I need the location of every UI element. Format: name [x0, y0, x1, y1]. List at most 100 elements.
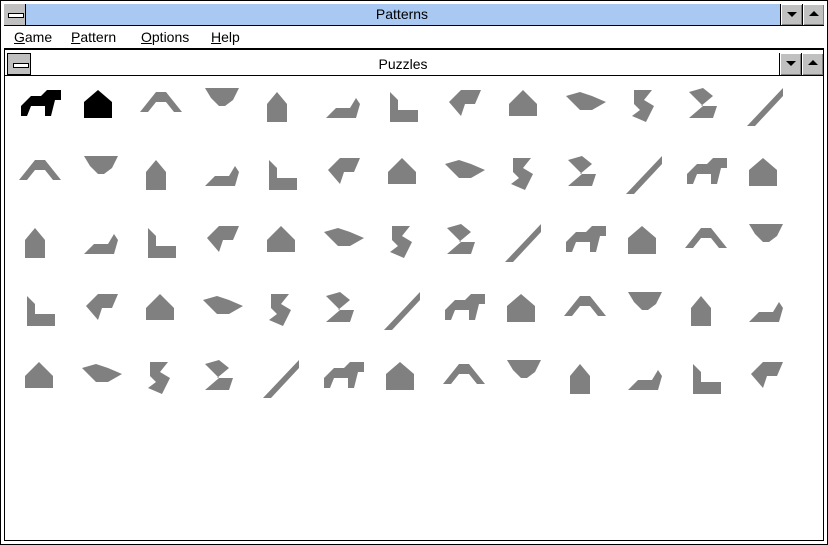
puzzle-thumbnail[interactable] — [78, 82, 126, 130]
tangram-shape-icon — [83, 234, 118, 254]
puzzle-thumbnail[interactable] — [380, 286, 428, 334]
system-menu-icon — [13, 63, 29, 68]
puzzle-thumbnail[interactable] — [138, 150, 186, 198]
tangram-shape-icon — [749, 302, 783, 322]
puzzle-thumbnail[interactable] — [380, 150, 428, 198]
tangram-shape-icon — [390, 92, 418, 122]
tangram-shape-icon — [148, 228, 176, 258]
window-title: Patterns — [375, 6, 429, 22]
puzzle-thumbnail[interactable] — [501, 82, 549, 130]
system-menu-button[interactable] — [4, 4, 26, 25]
puzzle-thumbnail[interactable] — [562, 354, 610, 402]
puzzles-minimize-button[interactable] — [779, 53, 801, 75]
puzzle-thumbnail[interactable] — [259, 218, 307, 266]
puzzle-thumbnail[interactable] — [320, 218, 368, 266]
puzzle-thumbnail[interactable] — [17, 218, 65, 266]
puzzle-thumbnail[interactable] — [380, 82, 428, 130]
puzzle-thumbnail[interactable] — [683, 218, 731, 266]
puzzle-thumbnail[interactable] — [683, 150, 731, 198]
puzzle-thumbnail[interactable] — [441, 82, 489, 130]
puzzle-thumbnail[interactable] — [320, 354, 368, 402]
minimize-button[interactable] — [780, 4, 802, 25]
puzzle-thumbnail[interactable] — [743, 150, 791, 198]
puzzle-thumbnail[interactable] — [17, 286, 65, 334]
puzzles-system-menu-button[interactable] — [7, 53, 31, 75]
puzzle-thumbnail[interactable] — [501, 218, 549, 266]
puzzle-thumbnail[interactable] — [78, 354, 126, 402]
puzzle-thumbnail[interactable] — [259, 354, 307, 402]
puzzle-thumbnail[interactable] — [683, 286, 731, 334]
puzzle-thumbnail[interactable] — [562, 218, 610, 266]
tangram-shape-icon — [628, 226, 656, 254]
puzzle-thumbnail[interactable] — [501, 150, 549, 198]
puzzle-thumbnail[interactable] — [441, 354, 489, 402]
puzzle-thumbnail[interactable] — [683, 82, 731, 130]
menu-options[interactable]: Options — [141, 29, 189, 45]
puzzle-thumbnail[interactable] — [743, 82, 791, 130]
mdi-client-area: Puzzles — [4, 49, 824, 541]
puzzle-thumbnail[interactable] — [259, 150, 307, 198]
puzzle-thumbnail[interactable] — [138, 82, 186, 130]
puzzle-thumbnail[interactable] — [622, 286, 670, 334]
puzzle-thumbnail[interactable] — [320, 286, 368, 334]
puzzle-thumbnail[interactable] — [199, 218, 247, 266]
puzzles-title-bar[interactable]: Puzzles — [5, 53, 823, 76]
tangram-shape-icon — [206, 226, 239, 252]
tangram-shape-icon — [505, 224, 541, 262]
puzzle-thumbnail[interactable] — [501, 354, 549, 402]
puzzle-thumbnail[interactable] — [138, 354, 186, 402]
tangram-shape-icon — [444, 160, 485, 178]
puzzle-thumbnail[interactable] — [138, 286, 186, 334]
puzzle-thumbnail[interactable] — [622, 354, 670, 402]
puzzle-thumbnail[interactable] — [743, 354, 791, 402]
puzzle-thumbnail[interactable] — [622, 82, 670, 130]
puzzle-thumbnail[interactable] — [683, 354, 731, 402]
puzzle-thumbnail[interactable] — [622, 218, 670, 266]
puzzle-thumbnail[interactable] — [199, 150, 247, 198]
puzzle-thumbnail[interactable] — [743, 286, 791, 334]
puzzle-thumbnail[interactable] — [17, 150, 65, 198]
puzzles-maximize-button[interactable] — [801, 53, 823, 75]
tangram-shape-icon — [269, 294, 291, 326]
menu-bar: Game Pattern Options Help — [4, 26, 824, 49]
tangram-shape-icon — [85, 294, 118, 320]
puzzle-thumbnail[interactable] — [199, 286, 247, 334]
puzzle-thumbnail[interactable] — [441, 150, 489, 198]
puzzle-thumbnail[interactable] — [320, 150, 368, 198]
tangram-shape-icon — [565, 92, 606, 110]
tangram-shape-icon — [507, 294, 535, 322]
puzzle-thumbnail[interactable] — [501, 286, 549, 334]
puzzle-thumbnail[interactable] — [199, 354, 247, 402]
puzzle-thumbnail[interactable] — [380, 218, 428, 266]
puzzle-thumbnail[interactable] — [138, 218, 186, 266]
puzzle-thumbnail[interactable] — [78, 218, 126, 266]
puzzle-thumbnail[interactable] — [259, 82, 307, 130]
puzzle-thumbnail[interactable] — [17, 354, 65, 402]
tangram-shape-icon — [569, 364, 590, 394]
title-bar[interactable]: Patterns — [4, 4, 824, 26]
puzzle-thumbnail[interactable] — [320, 82, 368, 130]
puzzle-thumbnail[interactable] — [380, 354, 428, 402]
puzzle-thumbnail[interactable] — [562, 82, 610, 130]
puzzle-thumbnail[interactable] — [17, 82, 65, 130]
tangram-shape-icon — [323, 228, 364, 246]
tangram-shape-icon — [25, 228, 45, 258]
puzzle-thumbnail[interactable] — [199, 82, 247, 130]
puzzle-thumbnail[interactable] — [441, 286, 489, 334]
puzzle-thumbnail[interactable] — [441, 218, 489, 266]
menu-help[interactable]: Help — [211, 29, 240, 45]
puzzle-thumbnail[interactable] — [743, 218, 791, 266]
puzzle-thumbnail[interactable] — [259, 286, 307, 334]
puzzle-thumbnail[interactable] — [622, 150, 670, 198]
puzzle-thumbnail[interactable] — [562, 150, 610, 198]
puzzle-thumbnail[interactable] — [78, 286, 126, 334]
tangram-shape-icon — [148, 362, 170, 394]
tangram-shape-icon — [204, 360, 233, 390]
maximize-button[interactable] — [802, 4, 824, 25]
puzzle-thumbnail[interactable] — [562, 286, 610, 334]
puzzle-thumbnail[interactable] — [78, 150, 126, 198]
menu-pattern[interactable]: Pattern — [71, 29, 116, 45]
tangram-shape-icon — [140, 92, 182, 112]
tangram-shape-icon — [83, 90, 112, 118]
menu-game[interactable]: Game — [14, 29, 52, 45]
